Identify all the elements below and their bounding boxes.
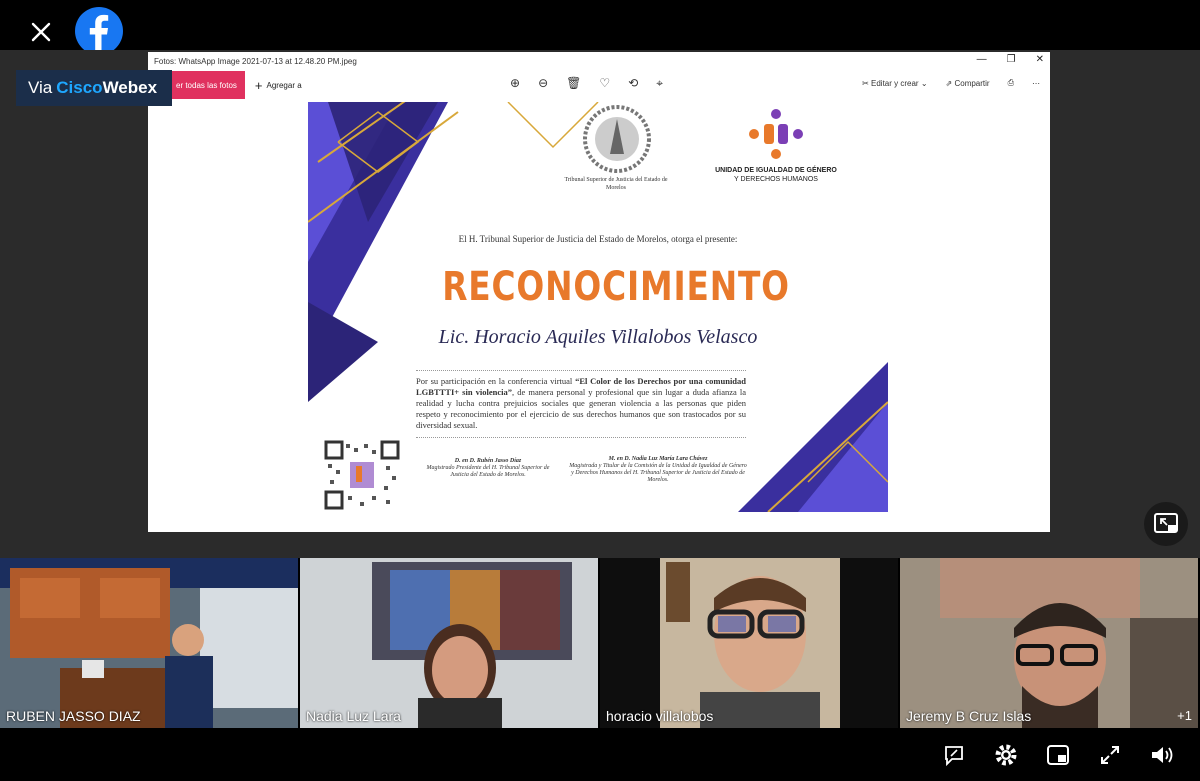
extra-participants-count[interactable]: +1 <box>1177 708 1192 723</box>
signer-2-name: M. en D. Nadia Luz María Lara Chávez <box>608 456 708 462</box>
certificate-recipient: Lic. Horacio Aquiles Villalobos Velasco <box>438 326 758 348</box>
favorite-icon[interactable]: ♡ <box>599 76 610 91</box>
pip-icon <box>1154 513 1178 533</box>
share-button[interactable]: ⇗ Compartir <box>946 79 990 88</box>
share-label: Compartir <box>954 78 990 88</box>
tsj-caption: Tribunal Superior de Justicia del Estado… <box>564 177 668 191</box>
participant-tile[interactable]: Jeremy B Cruz Islas <box>900 558 1198 728</box>
participant-tile[interactable]: RUBEN JASSO DIAZ <box>0 558 298 728</box>
edit-create-label: Editar y crear <box>871 78 919 88</box>
add-to-label: Agregar a <box>266 80 302 90</box>
webex-badge: Via Cisco Webex <box>16 70 172 106</box>
webex-meeting-view: Via Cisco Webex Fotos: WhatsApp Image 202… <box>0 0 1200 781</box>
signature-block-2: M. en D. Nadia Luz María Lara Chávez Mag… <box>568 456 748 484</box>
crop-icon[interactable]: ⌖ <box>656 76 663 91</box>
participant-video <box>600 558 898 728</box>
edit-create-button[interactable]: ✂ Editar y crear ⌄ <box>862 79 927 88</box>
minimize-icon[interactable]: — <box>977 54 987 65</box>
ugdh-caption: UNIDAD DE IGUALDAD DE GÉNERO Y DERECHOS … <box>706 166 846 184</box>
participant-name: Nadia Luz Lara <box>306 708 401 724</box>
bottom-controls <box>940 736 1176 774</box>
more-options-icon[interactable]: ⋯ <box>1032 79 1040 88</box>
fullscreen-expand-icon[interactable] <box>1096 741 1124 769</box>
participant-name: RUBEN JASSO DIAZ <box>6 708 141 724</box>
certificate-image: Tribunal Superior de Justicia del Estado… <box>308 102 888 512</box>
signer-1-name: D. en D. Rubén Jasso Díaz <box>454 458 522 464</box>
rotate-icon[interactable]: ⟲ <box>628 76 638 91</box>
add-to-button[interactable]: + Agregar a <box>255 78 302 93</box>
delete-icon[interactable]: 🗑 <box>566 76 581 91</box>
edit-icon: ✂ <box>862 78 869 88</box>
webex-brand-cisco: Cisco <box>56 78 103 97</box>
participant-tile[interactable]: Nadia Luz Lara <box>300 558 598 728</box>
ugdh-logo-icon <box>749 109 803 159</box>
qr-code-icon <box>324 440 400 510</box>
webex-via: Via <box>28 78 53 97</box>
chat-toggle-icon[interactable] <box>940 741 968 769</box>
signer-2-role: Magistrada y Titular de la Comisión de l… <box>569 463 747 483</box>
mini-player-icon[interactable] <box>1044 741 1072 769</box>
zoom-out-icon[interactable]: ⊖ <box>538 76 548 91</box>
photos-app-window: Fotos: WhatsApp Image 2021-07-13 at 12.4… <box>148 52 1050 532</box>
participant-strip: RUBEN JASSO DIAZ Nadia Luz Lara horacio … <box>0 558 1200 728</box>
zoom-in-icon[interactable]: ⊕ <box>510 76 520 91</box>
divider <box>416 370 746 371</box>
signer-1-role: Magistrado Presidente del H. Tribunal Su… <box>426 465 550 478</box>
participant-name: horacio villalobos <box>606 708 714 724</box>
participant-tile[interactable]: horacio villalobos <box>600 558 898 728</box>
participant-name: Jeremy B Cruz Islas <box>906 708 1032 724</box>
volume-icon[interactable] <box>1148 741 1176 769</box>
ugdh-line2: Y DERECHOS HUMANOS <box>734 176 818 183</box>
body-text-pre: Por su participación en la conferencia v… <box>416 376 576 386</box>
plus-icon: + <box>254 77 263 93</box>
certificate-intro: El H. Tribunal Superior de Justicia del … <box>458 234 738 244</box>
ugdh-line1: UNIDAD DE IGUALDAD DE GÉNERO <box>715 167 837 174</box>
window-title: Fotos: WhatsApp Image 2021-07-13 at 12.4… <box>154 56 357 66</box>
divider <box>416 437 746 438</box>
participant-video <box>0 558 298 728</box>
restore-icon[interactable]: ❐ <box>1007 54 1016 65</box>
certificate-body: Por su participación en la conferencia v… <box>416 376 746 431</box>
settings-gear-icon[interactable] <box>992 741 1020 769</box>
window-titlebar: Fotos: WhatsApp Image 2021-07-13 at 12.4… <box>148 52 1050 70</box>
signature-block-1: D. en D. Rubén Jasso Díaz Magistrado Pre… <box>418 458 558 479</box>
facebook-icon[interactable] <box>74 6 124 56</box>
tsj-seal-icon <box>583 105 651 173</box>
photos-toolbar: er todas las fotos + Agregar a ⊕ ⊖ 🗑 ♡ ⟲… <box>148 70 1050 100</box>
picture-in-picture-button[interactable] <box>1144 502 1188 546</box>
shared-screen: Fotos: WhatsApp Image 2021-07-13 at 12.4… <box>0 50 1200 558</box>
participant-video <box>300 558 598 728</box>
webex-brand-webex: Webex <box>102 78 158 97</box>
close-icon[interactable] <box>22 12 60 52</box>
certificate-title: RECONOCIMIENTO <box>442 264 790 310</box>
share-icon: ⇗ <box>945 78 953 88</box>
participant-video <box>900 558 1198 728</box>
print-icon[interactable]: ⎙ <box>1008 78 1014 88</box>
window-close-icon[interactable]: ✕ <box>1036 54 1044 65</box>
